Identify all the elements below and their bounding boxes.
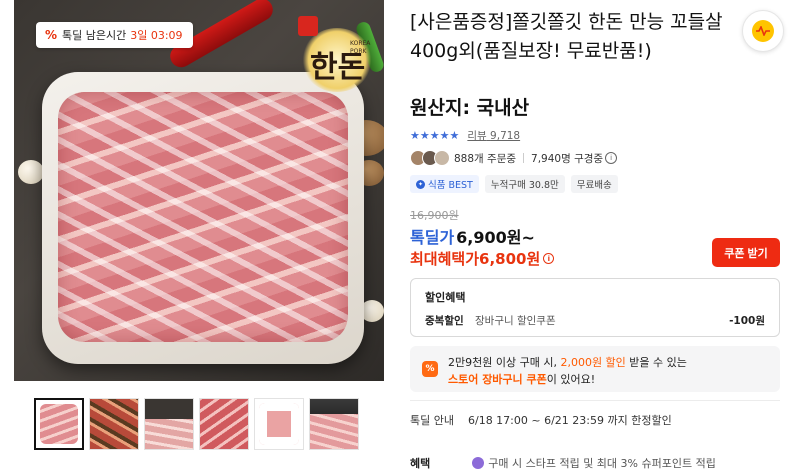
rating-row: ★ ★ ★ ★ ★ 리뷰 9,718 bbox=[410, 128, 520, 143]
sliced-pork bbox=[58, 92, 348, 342]
max-benefit-row: 최대혜택가 6,800원 i bbox=[410, 248, 555, 269]
logo-stamp bbox=[298, 16, 318, 36]
info-icon[interactable]: i bbox=[605, 152, 618, 164]
thumbnail-1[interactable] bbox=[34, 398, 84, 450]
thumbnail-3[interactable] bbox=[144, 398, 194, 450]
thumbnail-5[interactable] bbox=[254, 398, 304, 450]
discount-item-label: 중복할인 bbox=[425, 315, 464, 327]
promo-line-2: 스토어 장바구니 쿠폰이 있어요! bbox=[448, 373, 596, 386]
divider bbox=[410, 400, 780, 401]
deal-notice-value: 6/18 17:00 ~ 6/21 23:59 까지 한정할인 bbox=[467, 414, 672, 427]
product-tags: ✦ 식품 BEST 누적구매 30.8만 무료배송 bbox=[410, 175, 618, 193]
buyer-avatars bbox=[410, 150, 450, 166]
star-rating: ★ ★ ★ ★ ★ bbox=[410, 128, 460, 142]
deal-price-row: 톡딜가 6,900원~ bbox=[410, 224, 535, 248]
product-origin: 원산지: 국내산 bbox=[410, 97, 530, 119]
deal-price-label: 톡딜가 bbox=[410, 228, 455, 247]
deal-notice-label: 톡딜 안내 bbox=[410, 414, 454, 427]
live-pulse-icon bbox=[752, 20, 774, 42]
original-price: 16,900원 bbox=[410, 209, 459, 222]
tag-cumulative: 누적구매 30.8만 bbox=[484, 175, 565, 193]
discount-title: 할인혜택 bbox=[425, 291, 466, 304]
info-icon[interactable]: i bbox=[543, 253, 555, 264]
cart-coupon-promo[interactable]: % 2만9천원 이상 구매 시, 2,000원 할인 받을 수 있는 스토어 장… bbox=[410, 346, 780, 392]
viewer-count: 7,940명 구경중 bbox=[531, 152, 604, 165]
discount-item-amount: -100원 bbox=[729, 315, 765, 327]
logo-subtitle: KOREA PORK bbox=[350, 40, 371, 55]
hanDon-logo: 한돈 KOREA PORK bbox=[296, 16, 382, 96]
live-button[interactable] bbox=[742, 10, 784, 52]
deal-timer-badge: % 톡딜 남은시간 3일 03:09 bbox=[36, 22, 193, 48]
star-icon: ★ bbox=[439, 128, 450, 142]
tag-food-best: ✦ 식품 BEST bbox=[410, 175, 479, 193]
star-icon: ★ bbox=[410, 128, 420, 142]
benefit-label: 혜택 bbox=[410, 457, 431, 470]
order-stats: 888개 주문중 7,940명 구경중 i bbox=[410, 150, 618, 166]
deal-notice: 톡딜 안내 6/18 17:00 ~ 6/21 23:59 까지 한정할인 bbox=[410, 412, 672, 428]
max-benefit-value: 6,800원 bbox=[479, 250, 541, 268]
max-benefit-label: 최대혜택가 bbox=[410, 250, 480, 268]
benefit-row: 혜택 구매 시 스타프 적립 및 최대 3% 슈퍼포인트 적립 bbox=[410, 455, 716, 471]
get-coupon-button[interactable]: 쿠폰 받기 bbox=[712, 238, 780, 267]
garlic-decor bbox=[18, 160, 44, 184]
star-icon: ★ bbox=[429, 128, 440, 142]
timer-label: 톡딜 남은시간 bbox=[62, 29, 127, 42]
percent-icon: % bbox=[44, 28, 58, 42]
deal-price-value: 6,900원~ bbox=[456, 228, 535, 247]
thumbnail-4[interactable] bbox=[199, 398, 249, 450]
thumbnail-6[interactable] bbox=[309, 398, 359, 450]
percent-icon: % bbox=[422, 361, 438, 377]
ordering-count: 888개 주문중 bbox=[454, 152, 517, 165]
point-icon bbox=[472, 457, 485, 469]
star-half-icon: ★ bbox=[449, 128, 460, 142]
tag-free-shipping: 무료배송 bbox=[570, 175, 618, 193]
avatar bbox=[434, 150, 450, 166]
timer-remaining: 3일 03:09 bbox=[130, 29, 183, 42]
thumbnail-2[interactable] bbox=[89, 398, 139, 450]
thumbnail-strip bbox=[34, 398, 359, 450]
discount-item-desc: 장바구니 할인쿠폰 bbox=[475, 315, 556, 327]
badge-icon: ✦ bbox=[416, 179, 425, 189]
benefit-value: 구매 시 스타프 적립 및 최대 3% 슈퍼포인트 적립 bbox=[472, 455, 716, 471]
discount-box: 할인혜택 중복할인 장바구니 할인쿠폰 -100원 bbox=[410, 278, 780, 337]
promo-line-1: 2만9천원 이상 구매 시, 2,000원 할인 받을 수 있는 bbox=[448, 356, 687, 369]
star-icon: ★ bbox=[419, 128, 430, 142]
product-main-image: 한돈 KOREA PORK % 톡딜 남은시간 3일 03:09 bbox=[14, 0, 384, 381]
product-title: [사은품증정]쫄깃쫄깃 한돈 만능 꼬들살 400g외(품질보장! 무료반품!) bbox=[410, 11, 723, 62]
review-link[interactable]: 리뷰 9,718 bbox=[467, 128, 520, 143]
